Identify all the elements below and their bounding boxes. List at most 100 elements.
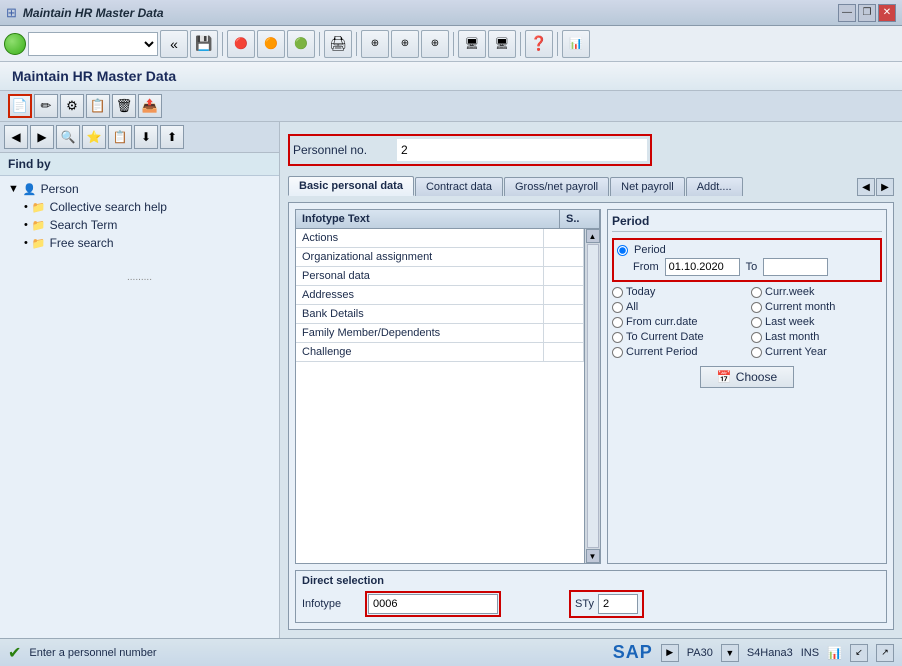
table-row[interactable]: Family Member/Dependents	[296, 324, 584, 343]
sep5	[520, 32, 521, 56]
infotype-input[interactable]	[368, 594, 498, 614]
radio-tocurrent-input[interactable]	[612, 332, 623, 343]
tree-item-free-search[interactable]: • 📁 Free search	[20, 234, 275, 252]
infotype-cell-s	[544, 324, 584, 342]
table-row[interactable]: Bank Details	[296, 305, 584, 324]
status-right: SAP ▶ PA30 ▼ S4Hana3 INS 📊 ↙ ↗	[613, 642, 894, 663]
nav-prev-btn[interactable]: ◀	[4, 125, 28, 149]
btn-red1[interactable]: 🔴	[227, 30, 255, 58]
main-panel: Infotype Text S.. Actions Organizationa	[288, 202, 894, 630]
nav-list-btn[interactable]: 📋	[108, 125, 132, 149]
tree-dots: .........	[4, 252, 275, 283]
print-btn[interactable]: 🖨	[324, 30, 352, 58]
main-content: Maintain HR Master Data 📄 ✏ ⚙ 📋 🗑 📤 ◀ ▶ …	[0, 62, 902, 638]
to-date-input[interactable]	[763, 258, 828, 276]
nav-toolbar: ◀ ▶ 🔍 ⭐ 📋 ⬇ ⬆	[0, 122, 279, 153]
save-btn[interactable]: 💾	[190, 30, 218, 58]
tab-addt[interactable]: Addt....	[686, 177, 743, 196]
status-play-btn[interactable]: ▶	[661, 644, 679, 662]
nav-back-btn[interactable]: «	[160, 30, 188, 58]
period-title: Period	[612, 214, 882, 232]
radio-currentperiod-input[interactable]	[612, 347, 623, 358]
sep6	[557, 32, 558, 56]
choose-button[interactable]: 📅 Choose	[700, 366, 794, 388]
status-check-icon: ✔	[8, 643, 21, 663]
new-doc-btn[interactable]: 📄	[8, 94, 32, 118]
copy2-btn[interactable]: ⊕	[391, 30, 419, 58]
help-btn[interactable]: ❓	[525, 30, 553, 58]
tree-item-search-term[interactable]: • 📁 Search Term	[20, 216, 275, 234]
copy-btn[interactable]: 📋	[86, 94, 110, 118]
infotype-table-body: Actions Organizational assignment Person…	[296, 229, 600, 563]
nav-star-btn[interactable]: ⭐	[82, 125, 106, 149]
scroll-down-btn[interactable]: ▼	[586, 549, 600, 563]
chart-btn[interactable]: 📊	[562, 30, 590, 58]
tab-basic-personal[interactable]: Basic personal data	[288, 176, 414, 196]
col-infotype-text: Infotype Text	[296, 210, 560, 228]
tab-contract[interactable]: Contract data	[415, 177, 503, 196]
display1-btn[interactable]: 🖥	[458, 30, 486, 58]
sty-label: STy	[575, 598, 594, 610]
tree-item-collective[interactable]: • 📁 Collective search help	[20, 198, 275, 216]
radio-currentmonth-input[interactable]	[751, 302, 762, 313]
nav-down-btn[interactable]: ⬇	[134, 125, 158, 149]
status-arrow-left[interactable]: ↙	[850, 644, 868, 662]
export-btn[interactable]: 📤	[138, 94, 162, 118]
radio-today-input[interactable]	[612, 287, 623, 298]
infotype-cell-s	[544, 267, 584, 285]
minimize-button[interactable]: —	[838, 4, 856, 22]
tab-nav-right[interactable]: ▶	[876, 178, 894, 196]
display2-btn[interactable]: 🖥	[488, 30, 516, 58]
radio-currentyear-input[interactable]	[751, 347, 762, 358]
table-row[interactable]: Addresses	[296, 286, 584, 305]
folder-icon-1: 📁	[32, 201, 46, 214]
command-dropdown[interactable]	[28, 32, 158, 56]
personnel-row: Personnel no.	[288, 130, 894, 170]
table-row[interactable]: Challenge	[296, 343, 584, 362]
period-radio-label: Period	[634, 244, 666, 256]
copy3-btn[interactable]: ⊕	[421, 30, 449, 58]
nav-search-btn[interactable]: 🔍	[56, 125, 80, 149]
radio-currweek: Curr.week	[751, 286, 882, 298]
radio-currweek-input[interactable]	[751, 287, 762, 298]
direct-row: Infotype STy	[302, 590, 880, 618]
personnel-label: Personnel no.	[293, 143, 393, 157]
bullet-icon-3: •	[24, 237, 28, 249]
table-row[interactable]: Actions	[296, 229, 584, 248]
scroll-track[interactable]	[587, 244, 599, 548]
btn-green1[interactable]: 🟢	[287, 30, 315, 58]
status-arrow-right[interactable]: ↗	[876, 644, 894, 662]
infotype-cell-s	[544, 248, 584, 266]
radio-all-input[interactable]	[612, 302, 623, 313]
radio-lastmonth-input[interactable]	[751, 332, 762, 343]
period-radio[interactable]	[617, 245, 628, 256]
personnel-input[interactable]	[397, 139, 647, 161]
app-title: Maintain HR Master Data	[12, 68, 176, 84]
close-button[interactable]: ✕	[878, 4, 896, 22]
table-row[interactable]: Personal data	[296, 267, 584, 286]
period-radio-row: Period	[617, 243, 877, 257]
settings-btn[interactable]: ⚙	[60, 94, 84, 118]
scroll-up-btn[interactable]: ▲	[586, 229, 600, 243]
status-bar: ✔ Enter a personnel number SAP ▶ PA30 ▼ …	[0, 638, 902, 666]
copy1-btn[interactable]: ⊕	[361, 30, 389, 58]
radio-fromcurr-input[interactable]	[612, 317, 623, 328]
edit-btn[interactable]: ✏	[34, 94, 58, 118]
from-date-input[interactable]	[665, 258, 740, 276]
table-row[interactable]: Organizational assignment	[296, 248, 584, 267]
tab-nav-left[interactable]: ◀	[857, 178, 875, 196]
radio-all: All	[612, 301, 743, 313]
period-section: Period Period From To	[607, 209, 887, 564]
tab-gross-net[interactable]: Gross/net payroll	[504, 177, 609, 196]
tab-net-payroll[interactable]: Net payroll	[610, 177, 685, 196]
direct-section: Direct selection Infotype STy	[295, 570, 887, 623]
radio-lastweek-input[interactable]	[751, 317, 762, 328]
delete-btn[interactable]: 🗑	[112, 94, 136, 118]
nav-next-btn[interactable]: ▶	[30, 125, 54, 149]
nav-up-btn[interactable]: ⬆	[160, 125, 184, 149]
btn-orange1[interactable]: 🟠	[257, 30, 285, 58]
sty-input[interactable]	[598, 594, 638, 614]
restore-button[interactable]: ❐	[858, 4, 876, 22]
tree-root-person[interactable]: ▼ 👤 Person	[4, 180, 275, 198]
status-dropdown-btn[interactable]: ▼	[721, 644, 739, 662]
